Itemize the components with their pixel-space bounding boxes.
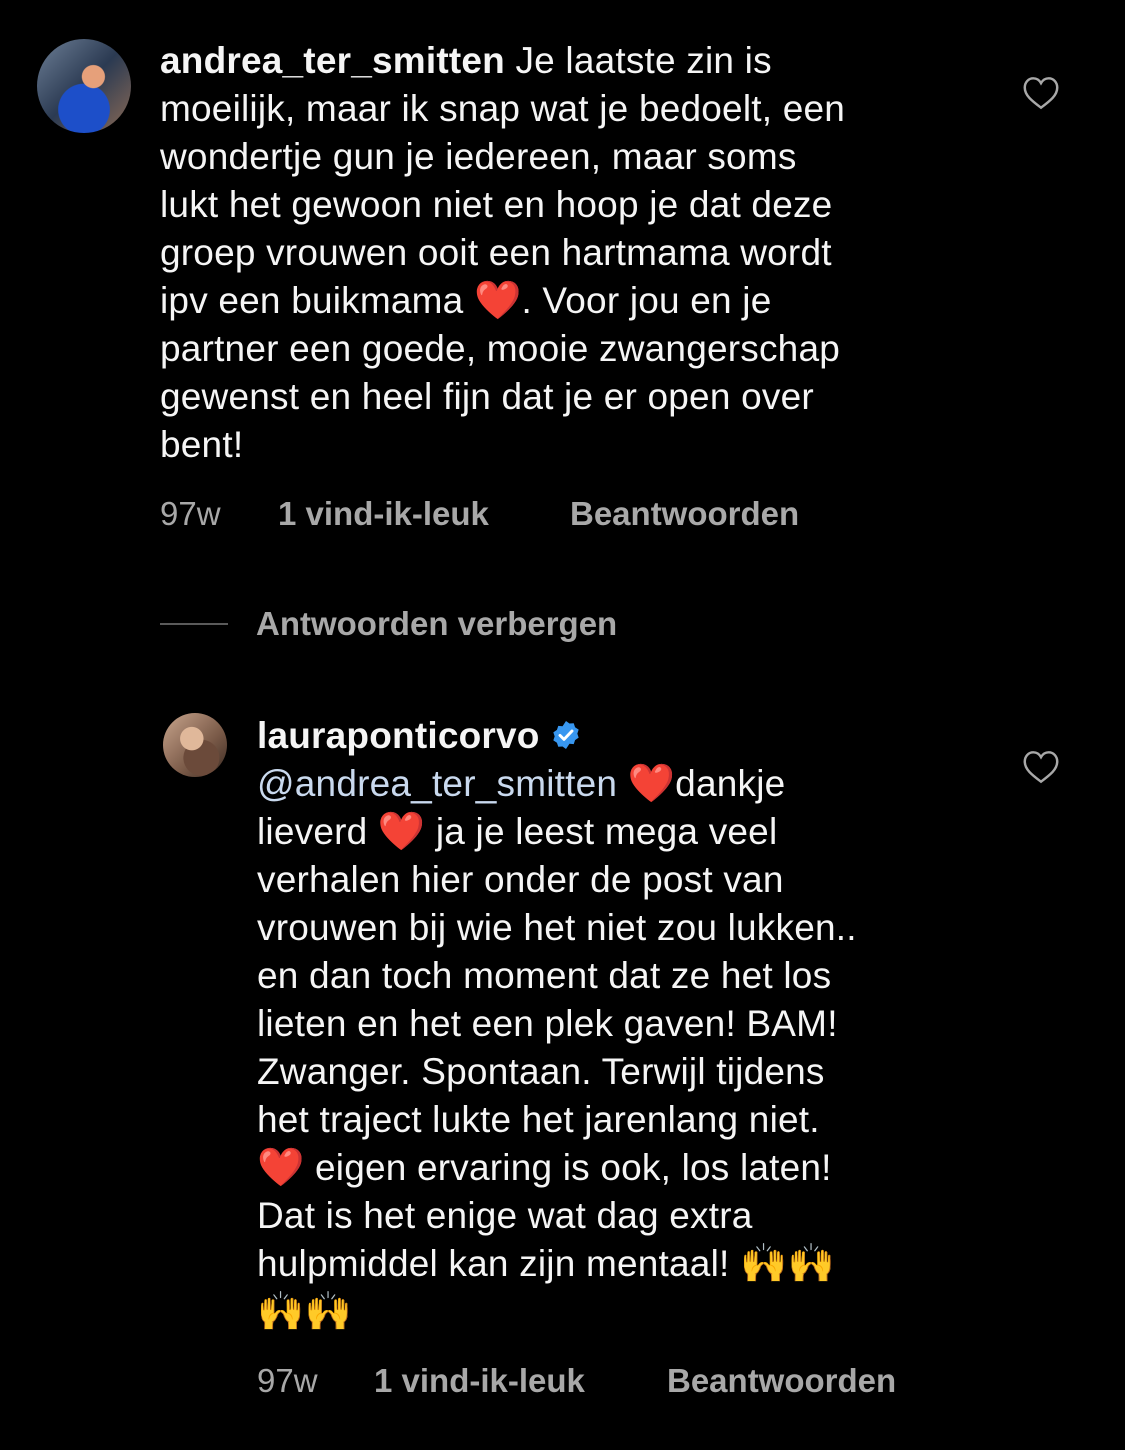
comment-text-line: moeilijk, maar ik snap wat je bedoelt, e… bbox=[160, 88, 846, 129]
heart-emoji: ❤️ bbox=[377, 811, 426, 853]
timestamp: 97w bbox=[257, 1362, 318, 1399]
comment-text-line: groep vrouwen ooit een hartmama wordt bbox=[160, 232, 832, 273]
comment-text-line: ipv een buikmama bbox=[160, 280, 474, 321]
comment-text-line: lieten en het een plek gaven! BAM! bbox=[257, 1003, 838, 1044]
raised-hands-emoji: 🙌🙌 bbox=[739, 1243, 835, 1285]
timestamp: 97w bbox=[160, 495, 221, 532]
comment-text-line: wondertje gun je iedereen, maar soms bbox=[160, 136, 797, 177]
comment-text-line: verhalen hier onder de post van bbox=[257, 859, 784, 900]
heart-emoji: ❤️ bbox=[257, 1147, 305, 1189]
hide-replies-button[interactable]: Antwoorden verbergen bbox=[160, 605, 617, 643]
divider bbox=[160, 623, 228, 625]
comment-text-line: hulpmiddel kan zijn mentaal! bbox=[257, 1243, 740, 1284]
comment-text-line: lukt het gewoon niet en hoop je dat deze bbox=[160, 184, 833, 225]
likes-count[interactable]: 1 vind-ik-leuk bbox=[278, 495, 489, 533]
username[interactable]: lauraponticorvo bbox=[257, 715, 540, 756]
heart-outline-icon[interactable] bbox=[1022, 750, 1060, 784]
comment-text-line: Je laatste zin is bbox=[504, 40, 772, 81]
raised-hands-emoji: 🙌🙌 bbox=[257, 1291, 353, 1333]
comment-text: andrea_ter_smitten Je laatste zin is moe… bbox=[160, 37, 980, 469]
comment-text-line: partner een goede, mooie zwangerschap bbox=[160, 328, 841, 369]
mention-link[interactable]: @andrea_ter_smitten bbox=[257, 763, 617, 804]
comment-text-line: vrouwen bij wie het niet zou lukken.. bbox=[257, 907, 857, 948]
comment-text-line: eigen ervaring is ook, los laten! bbox=[304, 1147, 832, 1188]
comment-text-line: bent! bbox=[160, 424, 244, 465]
comment-text-line: Zwanger. Spontaan. Terwijl tijdens bbox=[257, 1051, 825, 1092]
hide-replies-label[interactable]: Antwoorden verbergen bbox=[256, 605, 617, 643]
comment-text-line: . Voor jou en je bbox=[521, 280, 772, 321]
comment-text-line: gewenst en heel fijn dat je er open over bbox=[160, 376, 814, 417]
comment-text-line: en dan toch moment dat ze het los bbox=[257, 955, 832, 996]
reply-button[interactable]: Beantwoorden bbox=[667, 1362, 896, 1400]
comment-text: lauraponticorvo @andrea_ter_smitten ❤️da… bbox=[257, 712, 977, 1336]
avatar[interactable] bbox=[37, 39, 131, 133]
comment-text-line: dankje bbox=[675, 763, 786, 804]
username[interactable]: andrea_ter_smitten bbox=[160, 40, 505, 81]
comment-text-line: het traject lukte het jarenlang niet. bbox=[257, 1099, 820, 1140]
comment-text-line: Dat is het enige wat dag extra bbox=[257, 1195, 753, 1236]
comment-text-line: lieverd bbox=[257, 811, 378, 852]
heart-emoji: ❤️ bbox=[627, 763, 676, 805]
reply-button[interactable]: Beantwoorden bbox=[570, 495, 799, 533]
likes-count[interactable]: 1 vind-ik-leuk bbox=[374, 1362, 585, 1400]
heart-emoji: ❤️ bbox=[473, 280, 522, 322]
heart-outline-icon[interactable] bbox=[1022, 76, 1060, 110]
comment-text-line: ja je leest mega veel bbox=[425, 811, 778, 852]
verified-badge-icon bbox=[552, 721, 579, 749]
avatar[interactable] bbox=[163, 713, 227, 777]
